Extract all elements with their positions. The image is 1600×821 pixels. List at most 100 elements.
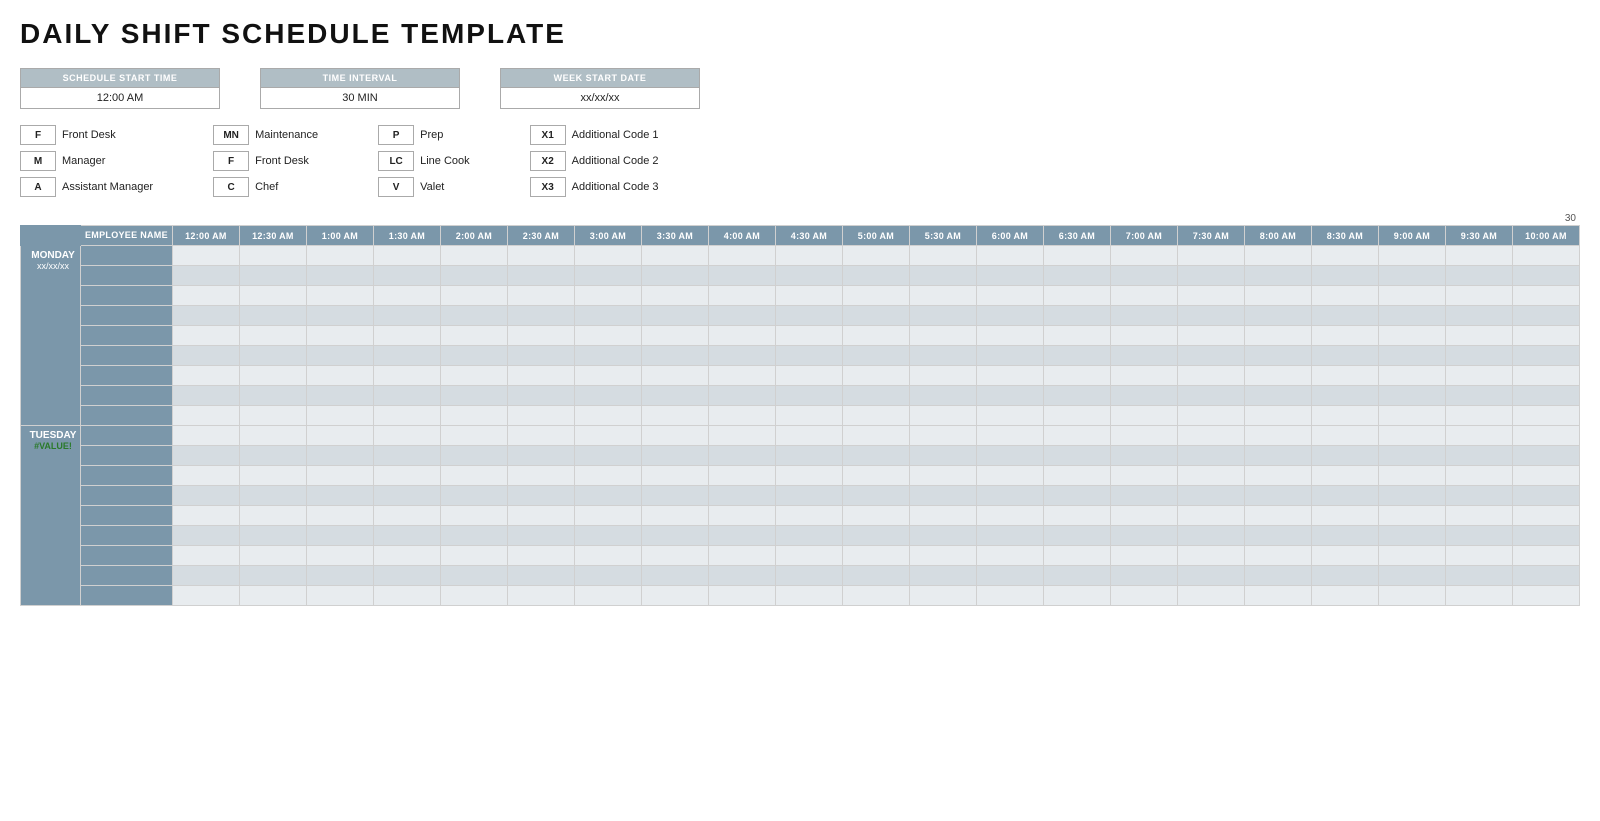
schedule-cell[interactable] [306,286,373,306]
schedule-cell[interactable] [842,486,909,506]
schedule-cell[interactable] [976,566,1043,586]
schedule-cell[interactable] [1244,406,1311,426]
schedule-cell[interactable] [708,406,775,426]
schedule-cell[interactable] [1110,546,1177,566]
schedule-cell[interactable] [1378,466,1445,486]
schedule-cell[interactable] [842,406,909,426]
schedule-cell[interactable] [1043,386,1110,406]
schedule-cell[interactable] [842,546,909,566]
employee-name-cell[interactable] [81,486,173,506]
schedule-cell[interactable] [373,306,440,326]
schedule-cell[interactable] [1445,406,1512,426]
schedule-cell[interactable] [1177,246,1244,266]
schedule-cell[interactable] [1512,246,1579,266]
schedule-cell[interactable] [909,546,976,566]
schedule-cell[interactable] [775,346,842,366]
schedule-cell[interactable] [775,306,842,326]
schedule-cell[interactable] [172,346,239,366]
schedule-cell[interactable] [1244,286,1311,306]
schedule-cell[interactable] [1177,426,1244,446]
schedule-cell[interactable] [440,586,507,606]
schedule-cell[interactable] [1445,426,1512,446]
schedule-cell[interactable] [708,286,775,306]
schedule-cell[interactable] [373,506,440,526]
schedule-cell[interactable] [641,386,708,406]
schedule-cell[interactable] [1512,466,1579,486]
employee-name-cell[interactable] [81,546,173,566]
schedule-cell[interactable] [172,486,239,506]
schedule-cell[interactable] [775,506,842,526]
schedule-cell[interactable] [1043,266,1110,286]
schedule-cell[interactable] [641,426,708,446]
schedule-cell[interactable] [440,306,507,326]
schedule-cell[interactable] [1512,506,1579,526]
schedule-cell[interactable] [507,326,574,346]
schedule-cell[interactable] [239,486,306,506]
schedule-cell[interactable] [172,386,239,406]
schedule-cell[interactable] [507,586,574,606]
schedule-cell[interactable] [842,446,909,466]
schedule-cell[interactable] [976,446,1043,466]
schedule-cell[interactable] [909,346,976,366]
schedule-cell[interactable] [1311,406,1378,426]
schedule-cell[interactable] [842,526,909,546]
schedule-cell[interactable] [306,526,373,546]
schedule-cell[interactable] [1311,526,1378,546]
schedule-cell[interactable] [507,406,574,426]
schedule-cell[interactable] [842,506,909,526]
schedule-cell[interactable] [1110,306,1177,326]
schedule-cell[interactable] [1311,546,1378,566]
schedule-cell[interactable] [440,246,507,266]
schedule-cell[interactable] [1311,466,1378,486]
schedule-cell[interactable] [1512,546,1579,566]
schedule-cell[interactable] [306,486,373,506]
schedule-cell[interactable] [775,286,842,306]
schedule-cell[interactable] [172,566,239,586]
schedule-cell[interactable] [775,546,842,566]
schedule-cell[interactable] [239,306,306,326]
schedule-cell[interactable] [1177,346,1244,366]
schedule-cell[interactable] [842,306,909,326]
schedule-cell[interactable] [1445,566,1512,586]
schedule-cell[interactable] [976,266,1043,286]
schedule-cell[interactable] [976,346,1043,366]
schedule-cell[interactable] [306,366,373,386]
schedule-cell[interactable] [239,466,306,486]
schedule-cell[interactable] [775,366,842,386]
schedule-cell[interactable] [373,326,440,346]
schedule-cell[interactable] [1378,306,1445,326]
schedule-cell[interactable] [641,586,708,606]
schedule-cell[interactable] [842,346,909,366]
schedule-cell[interactable] [507,486,574,506]
schedule-cell[interactable] [775,526,842,546]
schedule-cell[interactable] [641,346,708,366]
schedule-cell[interactable] [1512,366,1579,386]
schedule-cell[interactable] [1110,586,1177,606]
schedule-cell[interactable] [239,266,306,286]
schedule-cell[interactable] [373,286,440,306]
schedule-cell[interactable] [507,246,574,266]
schedule-cell[interactable] [373,246,440,266]
schedule-cell[interactable] [507,306,574,326]
schedule-cell[interactable] [440,386,507,406]
schedule-cell[interactable] [1445,346,1512,366]
employee-name-cell[interactable] [81,426,173,446]
schedule-cell[interactable] [708,526,775,546]
schedule-cell[interactable] [641,246,708,266]
schedule-cell[interactable] [574,546,641,566]
schedule-cell[interactable] [239,506,306,526]
schedule-cell[interactable] [1244,366,1311,386]
schedule-cell[interactable] [574,566,641,586]
schedule-cell[interactable] [1110,446,1177,466]
schedule-cell[interactable] [440,486,507,506]
schedule-cell[interactable] [976,246,1043,266]
schedule-cell[interactable] [1244,486,1311,506]
schedule-cell[interactable] [239,366,306,386]
schedule-cell[interactable] [976,326,1043,346]
schedule-cell[interactable] [172,306,239,326]
schedule-cell[interactable] [507,506,574,526]
schedule-cell[interactable] [1043,446,1110,466]
schedule-cell[interactable] [976,306,1043,326]
schedule-cell[interactable] [1311,286,1378,306]
schedule-cell[interactable] [172,506,239,526]
